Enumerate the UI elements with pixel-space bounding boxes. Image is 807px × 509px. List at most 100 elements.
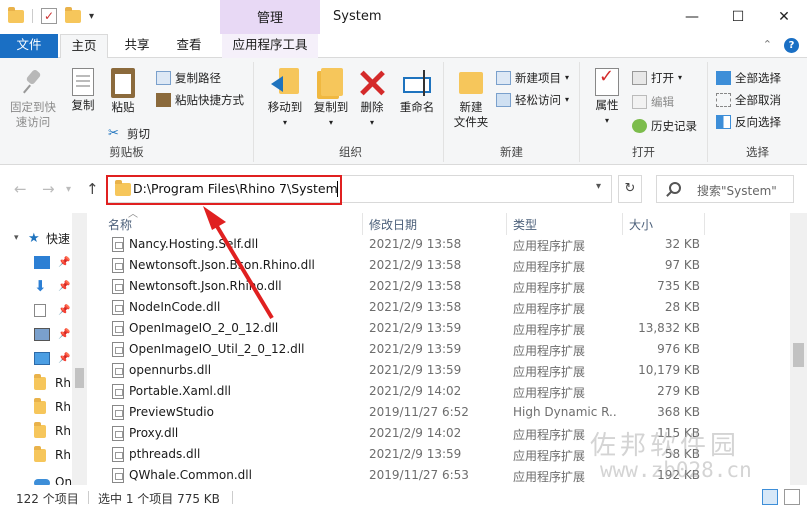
- paste-label: 粘贴: [111, 100, 135, 114]
- select-all-button[interactable]: 全部选择: [716, 68, 781, 88]
- column-size[interactable]: 大小: [629, 216, 653, 233]
- file-size: 97 KB: [664, 258, 700, 272]
- back-arrow-icon[interactable]: ←: [14, 180, 27, 198]
- properties-button[interactable]: 属性 ▾: [582, 66, 632, 128]
- minimize-button[interactable]: —: [669, 0, 715, 34]
- delete-button[interactable]: 删除 ▾: [350, 66, 394, 130]
- file-date: 2021/2/9 13:59: [369, 447, 462, 461]
- rename-button[interactable]: 重命名: [392, 66, 442, 115]
- expand-ribbon-icon[interactable]: ⌃: [763, 38, 772, 53]
- recent-dropdown-icon[interactable]: ▾: [66, 184, 71, 195]
- select-all-label: 全部选择: [735, 71, 781, 85]
- select-group-label: 选择: [746, 145, 769, 159]
- dll-file-icon: [112, 321, 124, 336]
- search-box[interactable]: 搜索"System": [656, 175, 794, 203]
- file-list-scrollbar[interactable]: [790, 213, 807, 485]
- refresh-button[interactable]: ↻: [618, 175, 642, 203]
- table-row[interactable]: NodeInCode.dll 2021/2/9 13:58 应用程序扩展 28 KB: [104, 297, 786, 318]
- tab-share[interactable]: 共享: [114, 34, 160, 58]
- file-name: Proxy.dll: [129, 426, 179, 440]
- open-button[interactable]: 打开 ▾: [632, 68, 682, 88]
- copy-to-button[interactable]: 复制到 ▾: [306, 66, 356, 130]
- star-icon: ★: [28, 230, 40, 246]
- table-row[interactable]: OpenImageIO_Util_2_0_12.dll 2021/2/9 13:5…: [104, 339, 786, 360]
- tab-home[interactable]: 主页: [60, 34, 108, 59]
- help-icon[interactable]: ?: [784, 38, 799, 53]
- copy-to-label: 复制到: [313, 100, 349, 114]
- table-row[interactable]: Portable.Xaml.dll 2021/2/9 14:02 应用程序扩展 279…: [104, 381, 786, 402]
- open-group: 属性 ▾ 打开 ▾ 编辑 历史记录 打开: [580, 62, 708, 162]
- column-date[interactable]: 修改日期: [369, 216, 417, 233]
- history-button[interactable]: 历史记录: [632, 116, 697, 136]
- open-group-label: 打开: [632, 145, 655, 159]
- easy-access-button[interactable]: 轻松访问 ▾: [496, 90, 569, 110]
- column-divider[interactable]: [506, 213, 507, 235]
- quick-access-dropdown[interactable]: ▾: [89, 11, 94, 22]
- file-date: 2021/2/9 13:58: [369, 237, 462, 251]
- file-name: Newtonsoft.Json.Rhino.dll: [129, 279, 282, 293]
- nav-folder-label: Rh: [55, 376, 71, 390]
- dll-file-icon: [112, 300, 124, 315]
- large-icons-view-icon[interactable]: [784, 489, 800, 505]
- properties-check-icon[interactable]: ✓: [41, 8, 57, 24]
- file-list-scrollbar-thumb[interactable]: [793, 343, 804, 367]
- file-type: 应用程序扩展: [513, 365, 586, 379]
- up-arrow-icon[interactable]: ↑: [86, 180, 99, 198]
- chevron-down-icon: ▾: [565, 95, 570, 104]
- clipboard-group: 固定到快速访问 复制 粘贴 复制路径 粘贴快捷方式 ✂ 剪切 剪贴板: [0, 62, 254, 162]
- edit-button[interactable]: 编辑: [632, 92, 674, 112]
- file-type: 应用程序扩展: [513, 323, 586, 337]
- file-name: opennurbs.dll: [129, 363, 212, 377]
- file-type: 应用程序扩展: [513, 281, 586, 295]
- nav-scrollbar[interactable]: [72, 213, 87, 485]
- column-divider[interactable]: [704, 213, 705, 235]
- new-group: 新建 文件夹 新建项目 ▾ 轻松访问 ▾ 新建: [444, 62, 580, 162]
- file-date: 2021/2/9 13:59: [369, 342, 462, 356]
- select-none-button[interactable]: 全部取消: [716, 90, 781, 110]
- new-folder-icon[interactable]: [65, 6, 81, 23]
- tab-manage[interactable]: 管理: [220, 0, 320, 34]
- file-size: 10,179 KB: [638, 363, 700, 377]
- dll-file-icon: [112, 279, 124, 294]
- quick-access-toolbar: ✓ ▾: [8, 6, 94, 24]
- new-folder-label: 新建 文件夹: [453, 100, 489, 129]
- tab-view[interactable]: 查看: [166, 34, 212, 58]
- column-type[interactable]: 类型: [513, 216, 537, 233]
- table-row[interactable]: OpenImageIO_2_0_12.dll 2021/2/9 13:59 应用程序…: [104, 318, 786, 339]
- chevron-down-icon[interactable]: ▾: [596, 181, 601, 192]
- table-row[interactable]: Nancy.Hosting.Self.dll 2021/2/9 13:58 应用程序…: [104, 234, 786, 255]
- table-row[interactable]: Newtonsoft.Json.Bson.Rhino.dll 2021/2/9 1…: [104, 255, 786, 276]
- new-folder-button[interactable]: 新建 文件夹: [446, 66, 496, 130]
- pin-quick-access-button[interactable]: 固定到快速访问: [6, 66, 60, 130]
- column-header: 名称 修改日期 类型 大小: [100, 213, 790, 235]
- move-to-button[interactable]: 移动到 ▾: [260, 66, 310, 130]
- move-to-icon: [269, 68, 301, 98]
- cut-button[interactable]: ✂ 剪切: [108, 124, 150, 144]
- history-label: 历史记录: [651, 119, 697, 133]
- paste-shortcut-button[interactable]: 粘贴快捷方式: [156, 90, 244, 110]
- copy-path-icon: [156, 71, 171, 85]
- table-row[interactable]: PreviewStudio 2019/11/27 6:52 High Dynamic…: [104, 402, 786, 423]
- new-item-button[interactable]: 新建项目 ▾: [496, 68, 569, 88]
- copy-path-button[interactable]: 复制路径: [156, 68, 221, 88]
- column-divider[interactable]: [362, 213, 363, 235]
- nav-scrollbar-thumb[interactable]: [75, 368, 84, 388]
- folder-icon: [34, 445, 46, 462]
- copy-icon: [72, 68, 94, 96]
- file-size: 976 KB: [657, 342, 700, 356]
- column-divider[interactable]: [622, 213, 623, 235]
- select-none-label: 全部取消: [735, 93, 781, 107]
- close-button[interactable]: ✕: [761, 0, 807, 34]
- tab-file[interactable]: 文件: [0, 34, 58, 58]
- forward-arrow-icon[interactable]: →: [42, 180, 55, 198]
- invert-selection-label: 反向选择: [735, 115, 781, 129]
- paste-button[interactable]: 粘贴: [98, 66, 148, 115]
- tab-app-tools[interactable]: 应用程序工具: [222, 34, 318, 58]
- table-row[interactable]: Newtonsoft.Json.Rhino.dll 2021/2/9 13:58 应…: [104, 276, 786, 297]
- clipboard-group-label: 剪贴板: [109, 145, 144, 159]
- open-label: 打开: [651, 71, 674, 85]
- table-row[interactable]: opennurbs.dll 2021/2/9 13:59 应用程序扩展 10,179 …: [104, 360, 786, 381]
- maximize-button[interactable]: ☐: [715, 0, 761, 34]
- details-view-icon[interactable]: [762, 489, 778, 505]
- invert-selection-button[interactable]: 反向选择: [716, 112, 781, 132]
